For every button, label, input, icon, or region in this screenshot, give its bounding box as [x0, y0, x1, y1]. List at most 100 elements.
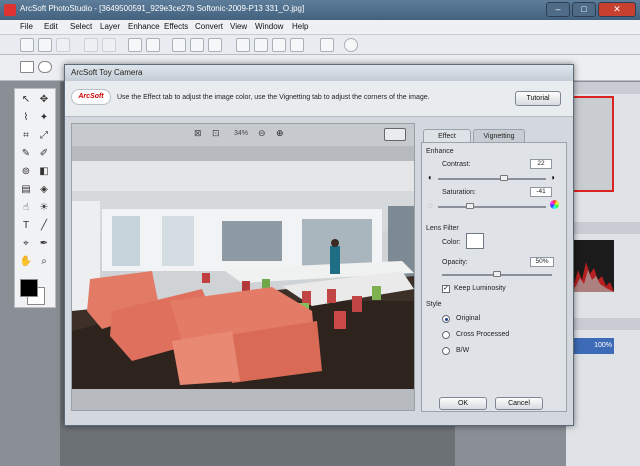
saturation-value[interactable]: -41 [530, 187, 552, 197]
email-icon[interactable] [290, 38, 304, 52]
move-tool-icon[interactable]: ↖ [19, 93, 33, 107]
app-logo-icon [4, 4, 16, 16]
clone-tool-icon[interactable]: ⊚ [19, 165, 33, 179]
dialog-description: Use the Effect tab to adjust the image c… [117, 94, 430, 101]
zoom-tool-icon[interactable]: ⌕ [37, 255, 51, 269]
fill-tool-icon[interactable]: ◈ [37, 183, 51, 197]
dodge-tool-icon[interactable]: ☀ [37, 201, 51, 215]
new-icon[interactable] [20, 38, 34, 52]
eraser-tool-icon[interactable]: ◧ [37, 165, 51, 179]
menu-enhance[interactable]: Enhance [128, 22, 160, 31]
menu-select[interactable]: Select [70, 22, 92, 31]
zoom-level: 34% [234, 130, 249, 137]
redo-icon[interactable] [102, 38, 116, 52]
style-bw-radio[interactable] [442, 347, 450, 355]
actual-size-icon[interactable]: ⊡ [212, 128, 220, 139]
crop-icon[interactable] [172, 38, 186, 52]
opacity-slider-thumb[interactable] [493, 271, 501, 277]
effect-settings-panel: Enhance Contrast: 22 ◐ ◑ Saturation: -41… [421, 142, 567, 412]
compare-icon[interactable] [384, 128, 406, 141]
slideshow-icon[interactable] [320, 38, 334, 52]
style-original-label[interactable]: Original [456, 315, 480, 322]
text-tool-icon[interactable]: T [19, 219, 33, 233]
minimize-button[interactable]: – [546, 2, 570, 17]
undo-icon[interactable] [84, 38, 98, 52]
keep-luminosity-checkbox[interactable]: ✓ [442, 285, 450, 293]
saturation-low-icon: ◌ [428, 201, 433, 210]
ellipse-select-icon[interactable] [38, 61, 52, 73]
line-tool-icon[interactable]: ╱ [37, 219, 51, 233]
menu-convert[interactable]: Convert [195, 22, 223, 31]
toy-camera-dialog: ArcSoft Toy Camera ArcSoft Use the Effec… [64, 64, 574, 426]
contrast-low-icon: ◐ [428, 173, 433, 182]
tools-panel: ↖ ✥ ⌇ ✦ ⌗ ⤢ ✎ ✐ ⊚ ◧ ▤ ◈ ☝ ☀ T ╱ ⌖ ✒ ✋ ⌕ [14, 88, 56, 308]
open-icon[interactable] [38, 38, 52, 52]
enhance-icon[interactable] [236, 38, 250, 52]
cancel-button[interactable]: Cancel [495, 397, 543, 410]
preview-toolbar: ⊠ ⊡ 34% ⊖ ⊕ [72, 124, 414, 146]
eyedropper-tool-icon[interactable]: ⌖ [19, 237, 33, 251]
lens-color-label: Color: [442, 239, 461, 246]
preview-image [72, 161, 414, 389]
paste-icon[interactable] [146, 38, 160, 52]
layer-opacity[interactable]: 100% [572, 338, 614, 354]
copy-icon[interactable] [128, 38, 142, 52]
preview-area: ⊠ ⊡ 34% ⊖ ⊕ [71, 123, 415, 411]
lens-color-swatch[interactable] [466, 233, 484, 249]
foreground-color-swatch[interactable] [20, 279, 38, 297]
dialog-title-bar: ArcSoft Toy Camera [65, 65, 573, 81]
rect-select-icon[interactable] [20, 61, 34, 73]
airbrush-tool-icon[interactable]: ✐ [37, 147, 51, 161]
ok-button[interactable]: OK [439, 397, 487, 410]
hand-tool-icon[interactable]: ✋ [19, 255, 33, 269]
contrast-value[interactable]: 22 [530, 159, 552, 169]
save-icon[interactable] [56, 38, 70, 52]
settings-tabs: Effect Vignetting [421, 129, 567, 143]
dialog-title: ArcSoft Toy Camera [71, 68, 143, 77]
fit-window-icon[interactable]: ⊠ [194, 128, 202, 139]
menu-view[interactable]: View [230, 22, 247, 31]
close-button[interactable]: ✕ [598, 2, 636, 17]
pen-tool-icon[interactable]: ✒ [37, 237, 51, 251]
pan-tool-icon[interactable]: ✥ [37, 93, 51, 107]
opacity-value[interactable]: 50% [530, 257, 554, 267]
menu-window[interactable]: Window [255, 22, 283, 31]
dialog-header: ArcSoft Use the Effect tab to adjust the… [65, 81, 573, 117]
enhance-group-label: Enhance [426, 148, 454, 155]
menu-effects[interactable]: Effects [164, 22, 188, 31]
keep-luminosity-label[interactable]: Keep Luminosity [454, 285, 506, 292]
style-original-radio[interactable] [442, 315, 450, 323]
style-cross-processed-radio[interactable] [442, 331, 450, 339]
menu-layer[interactable]: Layer [100, 22, 120, 31]
rotate-icon[interactable] [190, 38, 204, 52]
crop-tool-icon[interactable]: ⌗ [19, 129, 33, 143]
contrast-label: Contrast: [442, 161, 471, 168]
saturation-slider-thumb[interactable] [465, 203, 474, 209]
tutorial-button[interactable]: Tutorial [515, 91, 561, 106]
style-cross-processed-label[interactable]: Cross Processed [456, 331, 509, 338]
navigator-thumbnail[interactable] [570, 96, 614, 192]
saturation-slider-track[interactable] [438, 206, 546, 208]
smudge-tool-icon[interactable]: ☝ [19, 201, 33, 215]
zoom-out-icon[interactable]: ⊖ [258, 128, 266, 139]
gradient-tool-icon[interactable]: ▤ [19, 183, 33, 197]
style-bw-label[interactable]: B/W [456, 347, 469, 354]
print-icon[interactable] [254, 38, 268, 52]
lasso-tool-icon[interactable]: ⌇ [19, 111, 33, 125]
lens-filter-group-label: Lens Filter [426, 225, 459, 232]
zoom-in-icon[interactable]: ⊕ [276, 128, 284, 139]
menu-edit[interactable]: Edit [44, 22, 58, 31]
tab-vignetting[interactable]: Vignetting [473, 129, 525, 143]
help-icon[interactable] [344, 38, 358, 52]
transform-tool-icon[interactable]: ⤢ [37, 129, 51, 143]
brush-tool-icon[interactable]: ✎ [19, 147, 33, 161]
tab-effect[interactable]: Effect [423, 129, 471, 143]
resize-icon[interactable] [208, 38, 222, 52]
magic-wand-icon[interactable]: ✦ [37, 111, 51, 125]
maximize-button[interactable]: □ [572, 2, 596, 17]
contrast-slider-track[interactable] [438, 178, 546, 180]
menu-help[interactable]: Help [292, 22, 308, 31]
contrast-slider-thumb[interactable] [499, 175, 508, 181]
browse-icon[interactable] [272, 38, 286, 52]
menu-file[interactable]: File [20, 22, 33, 31]
